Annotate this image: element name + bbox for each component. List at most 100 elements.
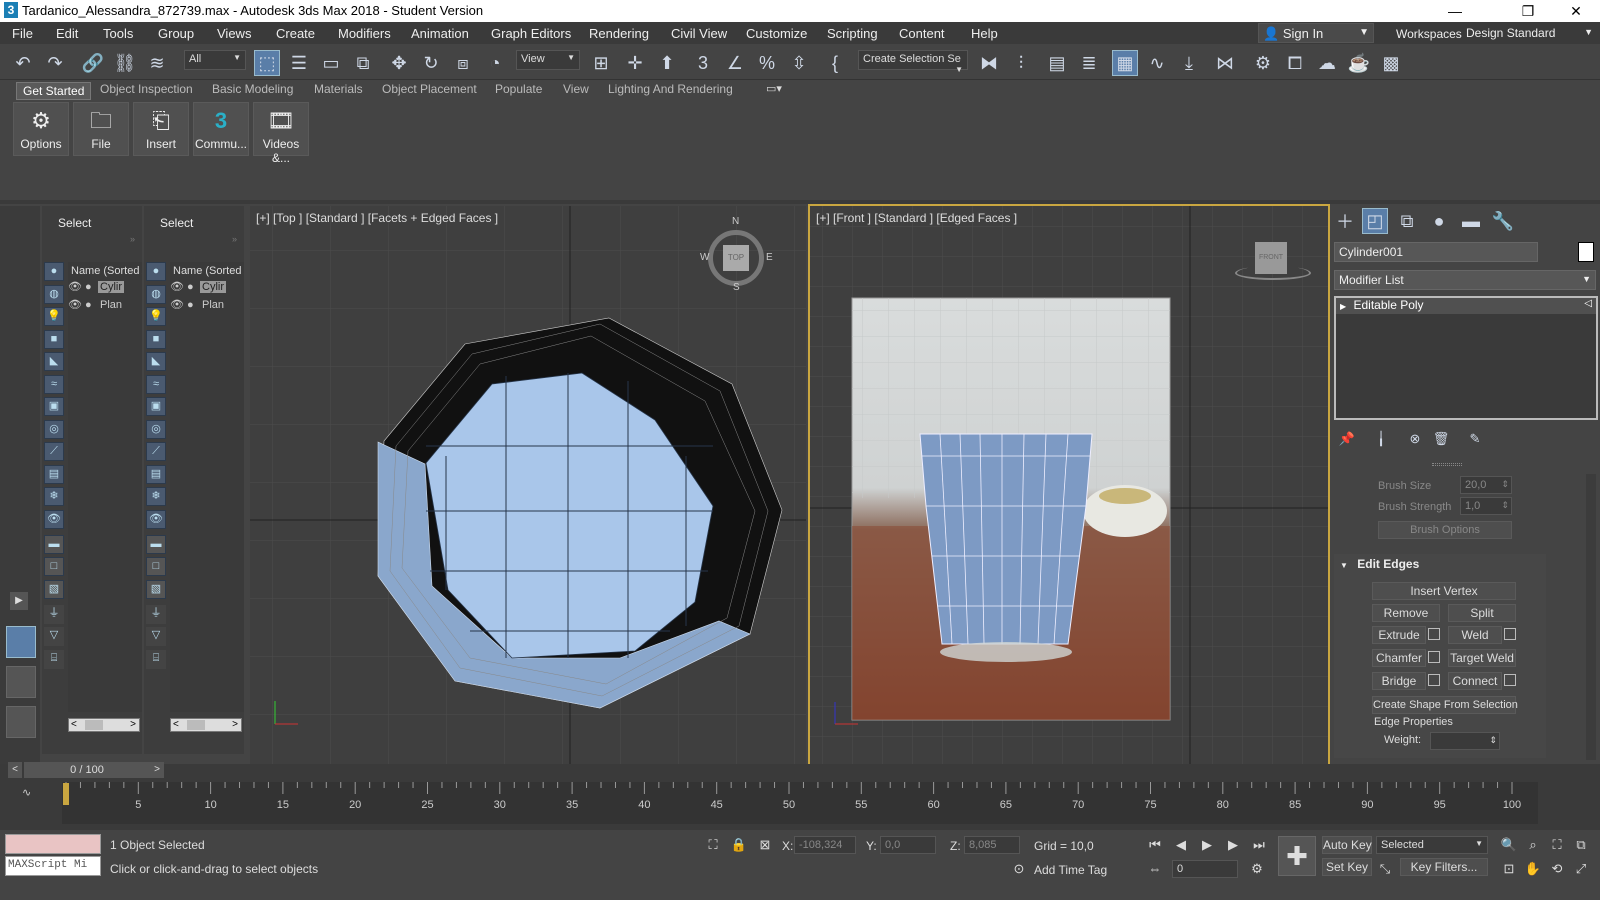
x-coordinate-field[interactable]: -108,324 [794, 836, 856, 854]
orbit-icon[interactable]: ⟲ [1548, 860, 1566, 878]
menu-animation[interactable]: Animation [411, 26, 469, 41]
funnel-icon[interactable]: ▽ [44, 627, 64, 646]
z-coordinate-field[interactable]: 8,085 [964, 836, 1020, 854]
key-mode-dropdown[interactable]: Selected ▼ [1376, 836, 1488, 854]
absolute-mode-icon[interactable]: ⊠ [756, 836, 774, 854]
workspaces-dropdown[interactable]: Design Standard ▼ [1462, 24, 1596, 42]
configure-modifier-sets-icon[interactable]: ✎ [1462, 426, 1488, 452]
modify-tab-icon[interactable]: ◰ [1362, 208, 1388, 234]
snaps-toggle-icon[interactable]: 3 [690, 50, 716, 76]
scale-icon[interactable]: ⧈ [450, 50, 476, 76]
selection-filter-dropdown[interactable]: All ▼ [184, 50, 246, 70]
dope-sheet-icon[interactable]: ⤓ [1176, 50, 1202, 76]
select-object-icon[interactable]: ⬚ [254, 50, 280, 76]
previous-frame-icon[interactable]: ◀︎ [1172, 836, 1190, 854]
zoom-all-icon[interactable]: ⌕ [1524, 836, 1542, 854]
spinner-arrows-icon[interactable]: ⇕ [1501, 500, 1509, 511]
display-particles-icon[interactable]: ❄ [44, 487, 64, 506]
percent-snap-icon[interactable]: % [754, 50, 780, 76]
weight-spinner[interactable]: ⇕ [1430, 732, 1500, 750]
display-containers-icon[interactable]: ▤ [44, 464, 64, 484]
active-toggle-icon[interactable]: ◁ [1584, 298, 1592, 309]
pin-stack-icon[interactable]: 📌 [1334, 426, 1360, 452]
modifier-list-dropdown[interactable]: Modifier List ▼ [1334, 270, 1596, 290]
rollout-header[interactable]: ▼ Edit Edges [1334, 554, 1546, 574]
view-cube-top[interactable]: TOP [723, 245, 749, 271]
insert-button[interactable]: ⎗ Insert [133, 102, 189, 156]
object-color-swatch[interactable] [1578, 242, 1594, 262]
videos-button[interactable]: 🎞 Videos &... [253, 102, 309, 165]
pivot-center-icon[interactable]: ⊞ [588, 50, 614, 76]
scene-explorer-icon[interactable]: ▤ [1044, 50, 1070, 76]
ribbon-tab-basic-modeling[interactable]: Basic Modeling [212, 82, 293, 96]
isolate-selection-icon[interactable]: ⛶ [704, 836, 722, 854]
remove-modifier-icon[interactable]: 🗑 [1428, 426, 1454, 452]
display-spacewarps-icon[interactable]: ≈ [146, 374, 166, 394]
motion-tab-icon[interactable]: ● [1426, 208, 1452, 234]
make-unique-icon[interactable]: ⊗ [1402, 426, 1428, 452]
track-bar[interactable]: 5 10 15 20 25 30 35 40 45 50 55 60 65 70 75 80 85 90 95 100 [62, 782, 1538, 824]
object-name-field[interactable]: Cylinder001 [1334, 242, 1538, 262]
menu-edit[interactable]: Edit [56, 26, 78, 41]
pan-icon[interactable]: ✋ [1524, 860, 1542, 878]
display-containers-icon[interactable]: ▤ [146, 464, 166, 484]
options-button[interactable]: ⚙ Options [13, 102, 69, 156]
set-key-big-button[interactable]: ✚ [1278, 836, 1316, 876]
scroll-thumb[interactable] [85, 720, 103, 730]
maximize-viewport-icon[interactable]: ⤢ [1572, 860, 1590, 878]
field-of-view-icon[interactable]: ⊡ [1500, 860, 1518, 878]
menu-customize[interactable]: Customize [746, 26, 807, 41]
zoom-extents-icon[interactable]: ⛶ [1548, 836, 1566, 854]
time-slider-next[interactable]: > [150, 762, 164, 778]
display-groups-icon[interactable]: ▣ [146, 397, 166, 416]
community-button[interactable]: 3 Commu... [193, 102, 249, 156]
display-lights-icon[interactable]: 💡 [44, 307, 64, 326]
redo-icon[interactable]: ↷ [42, 50, 68, 76]
display-geometry-icon[interactable]: ● [44, 262, 64, 281]
minimize-button[interactable]: — [1432, 0, 1478, 22]
zoom-icon[interactable]: 🔍 [1500, 836, 1518, 854]
add-time-tag[interactable]: Add Time Tag [1034, 863, 1107, 877]
explorer-select-menu[interactable]: Select [160, 216, 193, 230]
display-hidden-icon[interactable]: 👁 [44, 509, 64, 529]
y-coordinate-field[interactable]: 0,0 [880, 836, 936, 854]
weld-button[interactable]: Weld [1448, 626, 1502, 644]
ribbon-tab-object-inspection[interactable]: Object Inspection [100, 82, 193, 96]
spinner-snap-icon[interactable]: ⇳ [786, 50, 812, 76]
display-cameras-icon[interactable]: ■ [146, 329, 166, 349]
bridge-settings-icon[interactable] [1428, 674, 1440, 686]
unlink-icon[interactable]: ⛓ [112, 50, 138, 76]
display-all-icon[interactable]: ▬ [44, 534, 64, 554]
set-key-button[interactable]: Set Key [1322, 858, 1372, 876]
mirror-icon[interactable]: ⧓ [976, 50, 1002, 76]
maxscript-listener-swatch[interactable] [5, 834, 101, 854]
reference-coordinate-dropdown[interactable]: View ▼ [516, 50, 580, 70]
move-icon[interactable]: ✥ [386, 50, 412, 76]
go-to-end-icon[interactable]: ⏭ [1250, 836, 1268, 854]
list-item[interactable]: 👁 ● Cylir [170, 280, 244, 298]
time-slider[interactable]: 0 / 100 [24, 762, 150, 778]
panel-splitter[interactable] [1432, 463, 1462, 466]
menu-content[interactable]: Content [899, 26, 945, 41]
weld-settings-icon[interactable] [1504, 628, 1516, 640]
display-hidden-icon[interactable]: 👁 [146, 509, 166, 529]
viewport-top[interactable]: [+] [Top ] [Standard ] [Facets + Edged F… [250, 206, 806, 768]
next-frame-icon[interactable]: ▶︎ [1224, 836, 1242, 854]
expand-arrow-icon[interactable]: ▶ [1340, 302, 1346, 311]
scroll-left-icon[interactable]: < [173, 719, 179, 730]
modifier-stack-item[interactable]: ▶ Editable Poly ◁ [1336, 298, 1596, 314]
connect-button[interactable]: Connect [1448, 672, 1502, 690]
rectangular-region-icon[interactable]: ▭ [318, 50, 344, 76]
explorer-select-menu[interactable]: Select [58, 216, 91, 230]
menu-file[interactable]: File [12, 26, 33, 41]
time-slider-prev[interactable]: < [8, 762, 22, 778]
ribbon-tab-lighting-rendering[interactable]: Lighting And Rendering [608, 82, 733, 96]
show-end-result-icon[interactable]: ╽ [1368, 426, 1394, 452]
render-setup-icon[interactable]: ⧠ [1282, 50, 1308, 76]
visibility-icon[interactable]: 👁 ● [170, 280, 200, 293]
key-mode-icon[interactable]: ⇔ [1146, 860, 1164, 878]
maxscript-mini-listener[interactable]: MAXScript Mi [5, 856, 101, 876]
scroll-thumb[interactable] [187, 720, 205, 730]
sign-in-button[interactable]: 👤 Sign In ▼ [1258, 23, 1374, 43]
display-shapes-icon[interactable]: ◍ [146, 284, 166, 304]
